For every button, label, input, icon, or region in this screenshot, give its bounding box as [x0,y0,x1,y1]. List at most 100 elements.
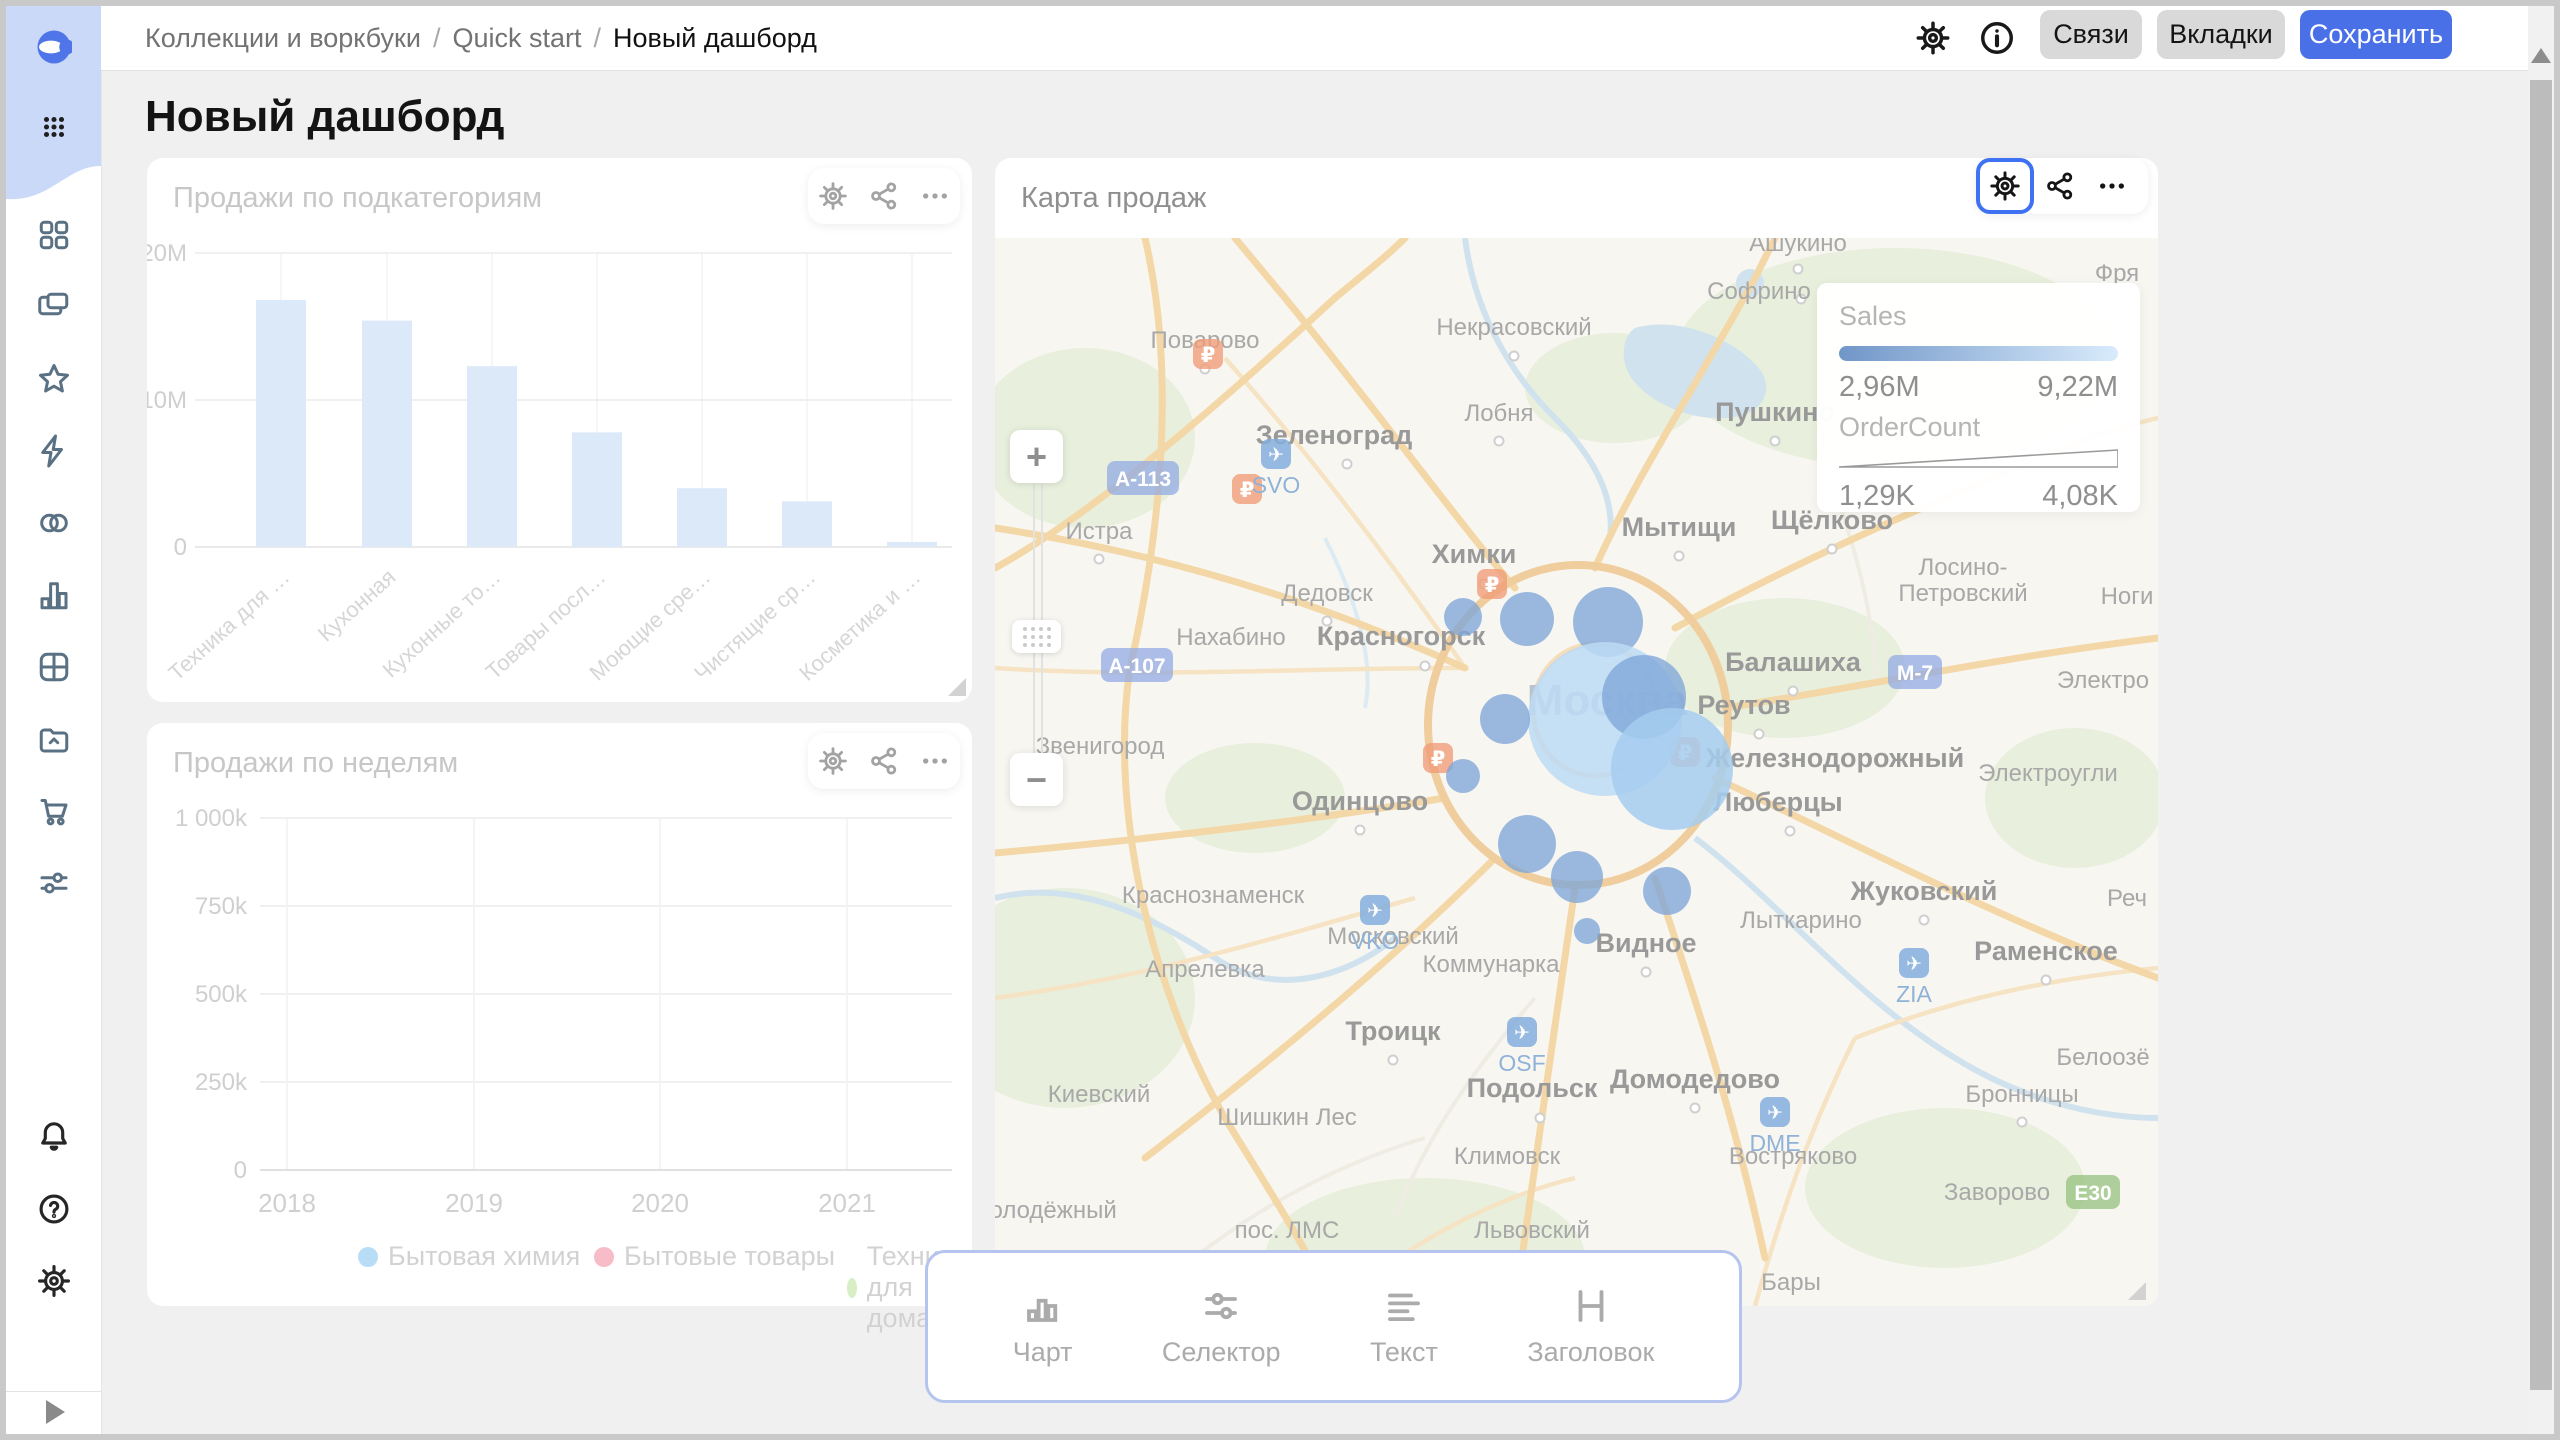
svg-text:VKO: VKO [1351,928,1400,954]
svg-text:Заворово: Заворово [1944,1179,2050,1206]
breadcrumb-separator: / [433,23,441,54]
page-scrollbar[interactable] [2528,6,2554,1434]
map-resize-handle[interactable] [2128,1282,2146,1300]
sidebar-item-datasets[interactable] [35,504,73,542]
svg-text:Климовск: Климовск [1454,1143,1561,1170]
svg-text:пос. ЛМС: пос. ЛМС [1235,1217,1340,1244]
tabs-button[interactable]: Вкладки [2157,10,2285,59]
widget-settings-gear-icon[interactable] [808,168,859,224]
svg-text:DME: DME [1749,1130,1800,1156]
legend-label: Бытовая химия [388,1241,580,1272]
apps-grid-icon[interactable] [35,108,73,146]
map-share-icon[interactable] [2034,158,2086,214]
legend-item[interactable]: Бытовые товары [594,1241,835,1272]
sidebar-item-tables[interactable] [35,648,73,686]
scrollbar-thumb[interactable] [2530,80,2552,1390]
add-widget-toolbar: Чарт Селектор Текст Заголовок [925,1250,1742,1403]
widget-actions [808,168,960,224]
svg-text:Подольск: Подольск [1467,1073,1598,1103]
sidebar-footer-divider [6,1391,101,1392]
svg-text:✈: ✈ [1268,445,1284,466]
notifications-bell-icon[interactable] [35,1118,73,1156]
ordercount-wedge [1839,449,2118,469]
header-info-icon[interactable] [1978,19,2016,57]
save-button[interactable]: Сохранить [2300,10,2452,59]
settings-gear-icon[interactable] [35,1262,73,1300]
svg-text:Бары: Бары [1761,1269,1821,1296]
sidebar-item-quick-actions[interactable] [35,432,73,470]
widget-more-icon[interactable] [909,733,960,789]
svg-text:Лыткарино: Лыткарино [1740,907,1862,934]
widget-settings-gear-icon[interactable] [808,733,859,789]
datalens-logo[interactable] [35,28,73,66]
svg-text:Львовский: Львовский [1474,1217,1590,1244]
svg-text:₽: ₽ [1201,344,1216,367]
svg-text:М-7: М-7 [1897,662,1933,685]
add-heading-button[interactable]: Заголовок [1527,1285,1654,1368]
ordercount-legend-label: OrderCount [1839,412,2118,443]
expand-panel-icon[interactable] [46,1400,65,1424]
links-button[interactable]: Связи [2040,10,2142,59]
page-title: Новый дашборд [145,92,504,142]
svg-text:Петровский: Петровский [1898,580,2027,607]
sidebar-item-favorites[interactable] [35,360,73,398]
header-settings-gear-icon[interactable] [1914,19,1952,57]
svg-text:Лосино-: Лосино- [1918,554,2007,581]
map-zoom-out-button[interactable]: − [1010,753,1063,806]
help-icon[interactable] [35,1190,73,1228]
breadcrumb-collections[interactable]: Коллекции и воркбуки [145,23,421,54]
map-settings-gear-icon-focused[interactable] [1976,158,2034,214]
widget-resize-handle[interactable] [948,678,966,696]
svg-text:✈: ✈ [1514,1023,1530,1044]
svg-text:Молодёжный: Молодёжный [995,1197,1117,1224]
map-zoom-track[interactable] [1033,482,1043,753]
svg-text:2019: 2019 [445,1188,503,1218]
svg-text:0: 0 [234,1157,247,1184]
breadcrumb-workbook[interactable]: Quick start [452,23,581,54]
orders-max-value: 4,08K [2042,480,2118,513]
breadcrumb-current: Новый дашборд [613,23,817,54]
svg-text:10M: 10M [147,387,187,414]
sidebar-item-files[interactable] [35,720,73,758]
svg-text:750k: 750k [195,893,248,920]
scrollbar-up-arrow-icon[interactable] [2531,48,2551,63]
svg-text:Некрасовский: Некрасовский [1436,314,1591,341]
add-text-button[interactable]: Текст [1370,1285,1438,1368]
widget-actions [808,733,960,789]
svg-text:Лобня: Лобня [1464,400,1533,427]
svg-text:Железнодорожный: Железнодорожный [1705,743,1964,773]
breadcrumb-separator: / [594,23,602,54]
add-chart-button[interactable]: Чарт [1013,1285,1073,1368]
sidebar-item-charts[interactable] [35,576,73,614]
svg-text:Мытищи: Мытищи [1622,512,1737,542]
svg-text:SVO: SVO [1252,472,1301,498]
sales-max-value: 9,22M [2037,371,2118,404]
map-zoom-in-button[interactable]: + [1010,430,1063,483]
map-more-icon[interactable] [2086,158,2138,214]
widget-sales-by-week[interactable]: Продажи по неделям 1 000k750k500k250k020… [147,723,972,1306]
svg-text:Электроугли: Электроугли [1978,760,2118,787]
sales-gradient-bar [1839,346,2118,361]
sales-min-value: 2,96M [1839,371,1920,404]
legend-item[interactable]: Бытовая химия [358,1241,580,1272]
svg-text:Белоозё: Белоозё [2056,1044,2149,1071]
svg-text:Балашиха: Балашиха [1725,647,1862,677]
widget-more-icon[interactable] [909,168,960,224]
toolbar-item-label: Селектор [1162,1337,1281,1368]
widget-share-icon[interactable] [859,168,910,224]
svg-text:Видное: Видное [1595,928,1696,958]
sidebar-item-navigation[interactable] [35,216,73,254]
widget-sales-by-subcategory[interactable]: Продажи по подкатегориям 20M10M0Техника … [147,158,972,702]
widget-share-icon[interactable] [859,733,910,789]
add-selector-button[interactable]: Селектор [1162,1285,1281,1368]
svg-text:✈: ✈ [1367,901,1383,922]
svg-text:Люберцы: Люберцы [1713,787,1843,817]
map-zoom-slider-handle[interactable] [1012,620,1061,653]
sidebar-item-collections[interactable] [35,288,73,326]
top-header: Коллекции и воркбуки / Quick start / Нов… [101,6,2554,71]
sidebar-item-marketplace[interactable] [35,792,73,830]
bar-chart: 20M10M0Техника для …КухоннаяКухонные то…… [147,235,972,702]
sidebar-item-filters[interactable] [35,864,73,902]
legend-label: Бытовые товары [624,1241,835,1272]
heading-icon [1570,1285,1612,1327]
